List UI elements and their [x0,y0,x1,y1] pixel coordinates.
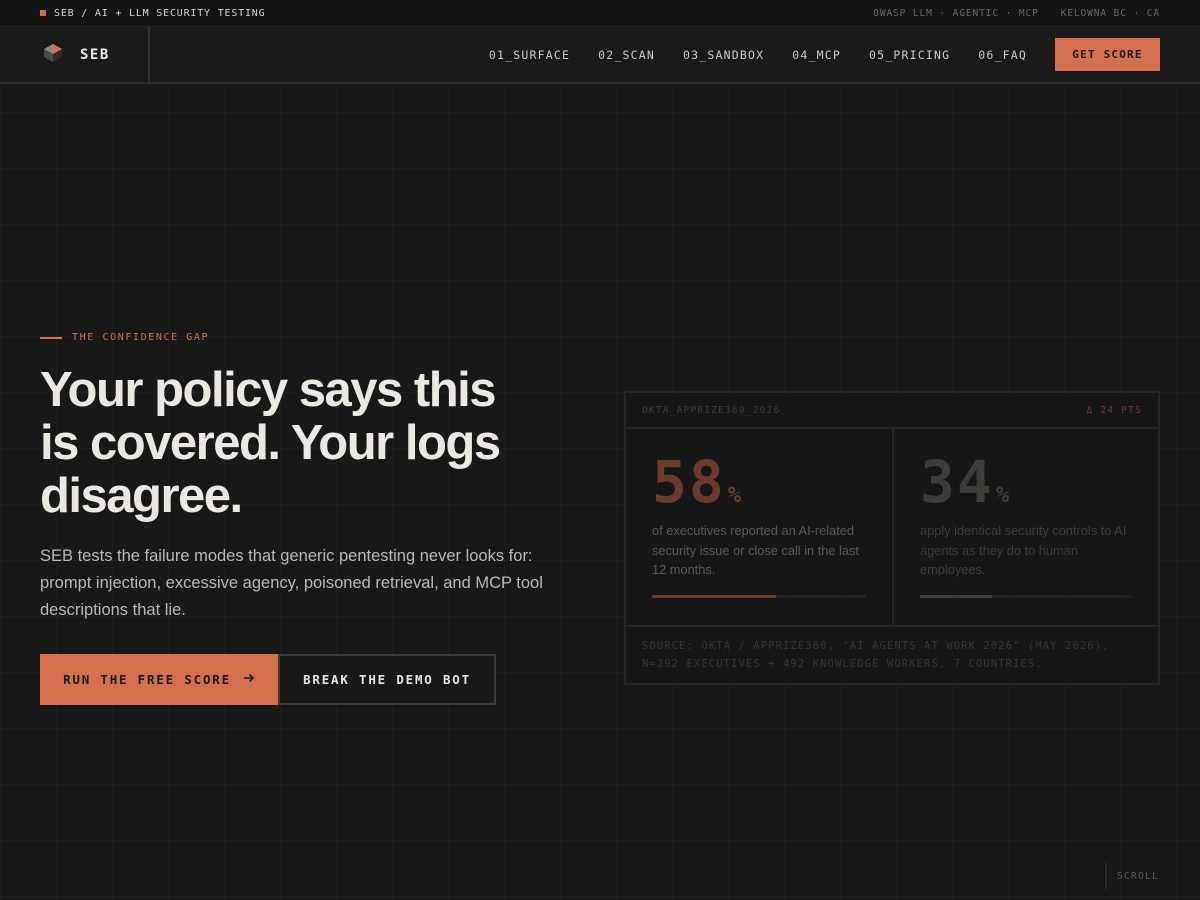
stat-controls: 34 % apply identical security controls t… [892,429,1158,625]
hero-subtext: SEB tests the failure modes that generic… [40,547,543,619]
nav-link-faq[interactable]: 06_FAQ [978,48,1027,62]
stat-progress-bar [652,595,866,598]
source-line: SOURCE: OKTA / APPRIZE360, "AI AGENTS AT… [642,640,1110,652]
hero-headline: Your policy says this is covered. Your l… [40,364,600,523]
top-bar-standards: OWASP LLM · AGENTIC · MCP [873,7,1039,19]
headline-line: disagree. [40,469,243,523]
top-bar-right: OWASP LLM · AGENTIC · MCP KELOWNA BC · C… [873,8,1160,19]
stat-progress-fill [652,595,777,598]
logo-icon [42,42,64,68]
stats-card: OKTA_APPRIZE360_2026 Δ 24 PTS 58 % of ex… [624,391,1160,685]
nav-link-scan[interactable]: 02_SCAN [598,48,655,62]
delta-badge: Δ 24 PTS [1086,404,1142,416]
stat-executives: 58 % of executives reported an AI-relate… [626,429,892,625]
brand-name: SEB [80,46,110,63]
stats-card-header: OKTA_APPRIZE360_2026 Δ 24 PTS [626,393,1158,429]
stat-number: 58 [652,448,726,516]
top-bar-left: SEB / AI + LLM SECURITY TESTING [40,8,265,19]
scroll-indicator[interactable]: SCROLL [1105,863,1159,889]
top-bar: SEB / AI + LLM SECURITY TESTING OWASP LL… [0,0,1200,27]
source-id: OKTA_APPRIZE360_2026 [642,404,781,416]
stat-description: of executives reported an AI-related sec… [652,523,859,577]
break-demo-bot-label: BREAK THE DEMO BOT [303,672,471,687]
stat-progress-fill [920,595,993,598]
eyebrow-rule [40,336,62,339]
top-bar-location: KELOWNA BC · CA [1060,7,1160,19]
arrow-right-icon [243,672,255,687]
stat-description: apply identical security controls to AI … [920,523,1127,577]
stat-unit: % [995,483,1010,508]
headline-line: is covered. Your logs [40,416,501,470]
top-bar-tagline: SEB / AI + LLM SECURITY TESTING [54,7,266,19]
break-demo-bot-button[interactable]: BREAK THE DEMO BOT [278,654,496,705]
stat-value: 58 % [652,451,866,513]
hero-eyebrow: THE CONFIDENCE GAP [40,332,209,343]
run-free-score-label: RUN THE FREE SCORE [63,672,231,687]
stat-value: 34 % [920,451,1132,513]
nav-links: 01_SURFACE 02_SCAN 03_SANDBOX 04_MCP 05_… [461,48,1027,62]
brand[interactable]: SEB [0,26,150,83]
get-score-button[interactable]: GET SCORE [1055,38,1160,71]
accent-square-icon [40,10,46,16]
main-nav: SEB 01_SURFACE 02_SCAN 03_SANDBOX 04_MCP… [0,26,1200,84]
stats-source: SOURCE: OKTA / APPRIZE360, "AI AGENTS AT… [626,627,1158,683]
source-line: N=292 EXECUTIVES + 492 KNOWLEDGE WORKERS… [642,658,1043,670]
stat-progress-bar [920,595,1132,598]
nav-link-pricing[interactable]: 05_PRICING [869,48,950,62]
stats-columns: 58 % of executives reported an AI-relate… [626,429,1158,627]
nav-link-sandbox[interactable]: 03_SANDBOX [683,48,764,62]
run-free-score-button[interactable]: RUN THE FREE SCORE [40,654,278,705]
eyebrow-label: THE CONFIDENCE GAP [72,332,210,343]
nav-link-surface[interactable]: 01_SURFACE [489,48,570,62]
nav-link-mcp[interactable]: 04_MCP [792,48,841,62]
headline-line: Your policy says this [40,363,497,417]
stat-unit: % [727,483,742,508]
stat-number: 34 [920,448,994,516]
